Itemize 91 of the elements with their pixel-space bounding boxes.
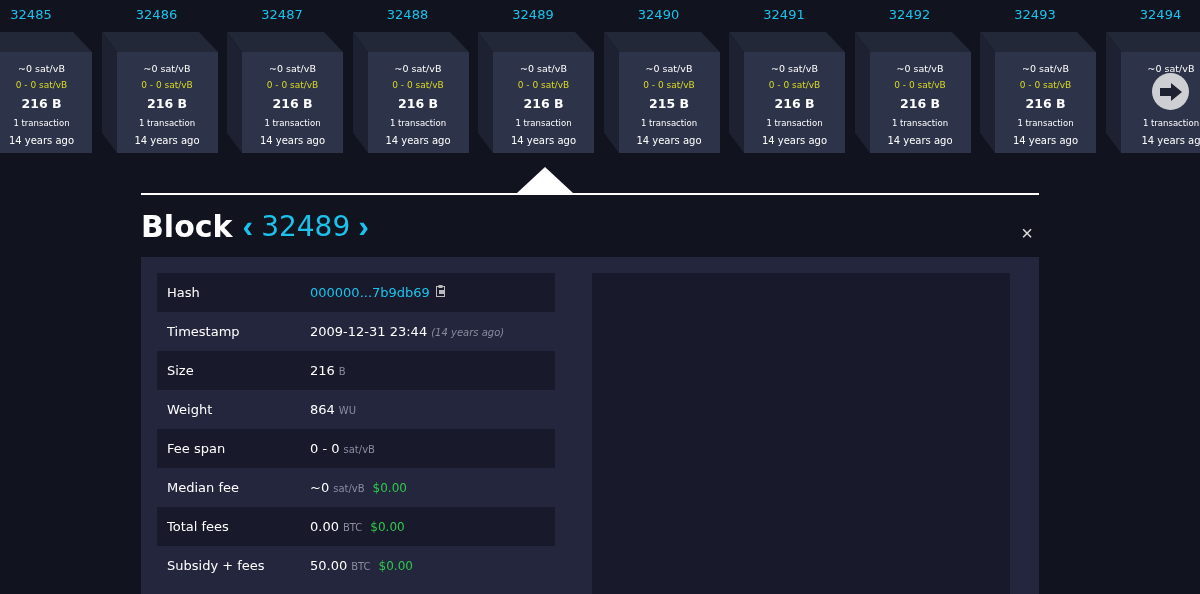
detail-value: 0 - 0 xyxy=(310,441,340,456)
transaction-count: 1 transaction xyxy=(138,117,196,130)
unit: BTC xyxy=(351,561,371,572)
fee-span: 0 - 0 sat/vB xyxy=(643,79,695,92)
transaction-count: 1 transaction xyxy=(515,117,572,130)
transaction-count: 1 transaction xyxy=(1017,117,1074,130)
block-height[interactable]: 32493 xyxy=(1014,6,1062,26)
median-fee: ~0 sat/vB xyxy=(896,62,944,76)
block-age: 14 years ago xyxy=(636,134,702,148)
block-size: 216 B xyxy=(147,95,187,113)
block-size: 216 B xyxy=(774,95,815,113)
block-age: 14 years ago xyxy=(385,134,451,148)
block-height[interactable]: 32489 xyxy=(512,6,560,26)
block-size: 216 B xyxy=(900,95,940,113)
fiat-value: $0.00 xyxy=(372,481,407,495)
block-height[interactable]: 32494 xyxy=(1139,6,1188,26)
detail-value: 216 xyxy=(310,363,335,378)
block-height[interactable]: 32491 xyxy=(763,6,811,26)
detail-label: Hash xyxy=(167,285,201,300)
block-height[interactable]: 32486 xyxy=(135,6,184,26)
fiat-value: $0.00 xyxy=(378,559,413,573)
block-age: 14 years ag xyxy=(1141,134,1200,148)
fee-span: 0 - 0 sat/vB xyxy=(1019,79,1072,92)
block-size: 216 B xyxy=(1025,95,1066,113)
block-size: 216 B xyxy=(398,95,438,113)
fee-span: 0 - 0 sat/vB xyxy=(894,79,946,92)
block-height[interactable]: 32487 xyxy=(261,6,309,26)
close-button[interactable]: × xyxy=(1021,221,1033,245)
next-block-button[interactable]: › xyxy=(354,210,373,242)
block-age: 14 years ago xyxy=(510,134,577,148)
block-height[interactable]: 32488 xyxy=(386,6,435,26)
median-fee: ~0 sat/vB xyxy=(143,62,191,76)
median-fee: ~0 sat/vB xyxy=(18,62,65,76)
median-fee: ~0 sat/vB xyxy=(520,62,567,76)
block-size: 216 B xyxy=(272,95,313,113)
transaction-count: 1 transaction xyxy=(389,117,447,130)
detail-label: Subsidy + fees xyxy=(167,558,266,573)
transaction-count: 1 transaction xyxy=(13,117,70,130)
block-age: 14 years ago xyxy=(761,134,828,148)
block-height[interactable]: 32490 xyxy=(637,6,686,26)
fiat-value: $0.00 xyxy=(370,520,405,534)
median-fee: ~0 sat/vB xyxy=(1147,62,1195,76)
detail-label: Weight xyxy=(167,402,214,417)
block-height[interactable]: 32485 xyxy=(10,6,58,26)
fee-span: 0 - 0 sat/vB xyxy=(266,79,319,92)
block-age: 14 years ago xyxy=(259,134,326,148)
transaction-count: 1 transaction xyxy=(1142,117,1200,130)
unit: sat/vB xyxy=(333,483,365,494)
hash-link[interactable]: 000000...7b9db69 xyxy=(310,285,430,300)
fee-span: 0 - 0 sat/vB xyxy=(768,79,821,92)
detail-label: Fee span xyxy=(167,441,227,456)
fee-span: 0 - 0 sat/vB xyxy=(141,79,193,92)
transaction-count: 1 transaction xyxy=(766,117,823,130)
fee-span: 0 - 0 sat/vB xyxy=(392,79,444,92)
detail-value: ~0 xyxy=(310,480,330,495)
block-size: 216 B xyxy=(523,95,564,113)
detail-label: Median fee xyxy=(167,480,240,495)
median-fee: ~0 sat/vB xyxy=(269,62,316,76)
clipboard-icon[interactable] xyxy=(435,285,446,297)
block-title: Block xyxy=(141,208,233,244)
detail-label: Timestamp xyxy=(167,324,241,339)
fee-span: 0 - 0 sat/vB xyxy=(517,79,570,92)
median-fee: ~0 sat/vB xyxy=(645,62,693,76)
detail-label: Size xyxy=(167,363,195,378)
median-fee: ~0 sat/vB xyxy=(1022,62,1069,76)
detail-value: 2009-12-31 23:44 xyxy=(310,324,428,339)
unit: WU xyxy=(338,405,357,416)
block-age: 14 years ago xyxy=(134,134,200,148)
block-age: 14 years ago xyxy=(1012,134,1079,148)
detail-value: 0.00 xyxy=(310,519,339,534)
previous-block-button[interactable]: ‹ xyxy=(238,210,258,242)
unit: BTC xyxy=(342,522,363,533)
median-fee: ~0 sat/vB xyxy=(771,62,818,76)
fee-span: 0 - 0 sat/vB xyxy=(15,79,68,92)
block-number: 32489 xyxy=(260,209,352,243)
arrow-right-icon xyxy=(1157,81,1184,102)
transaction-count: 1 transaction xyxy=(640,117,698,130)
block-age: 14 years ago xyxy=(8,134,75,148)
block-height[interactable]: 32492 xyxy=(888,6,937,26)
detail-label: Total fees xyxy=(167,519,230,534)
transaction-count: 1 transaction xyxy=(891,117,949,130)
relative-time: (14 years ago) xyxy=(431,327,505,338)
block-size: 215 B xyxy=(649,95,689,113)
unit: sat/vB xyxy=(343,444,375,455)
block-age: 14 years ago xyxy=(887,134,953,148)
median-fee: ~0 sat/vB xyxy=(394,62,442,76)
unit: B xyxy=(338,366,346,377)
block-size: 216 B xyxy=(21,95,62,113)
detail-value: 50.00 xyxy=(310,558,348,573)
transaction-count: 1 transaction xyxy=(264,117,321,130)
detail-value: 864 xyxy=(310,402,335,417)
